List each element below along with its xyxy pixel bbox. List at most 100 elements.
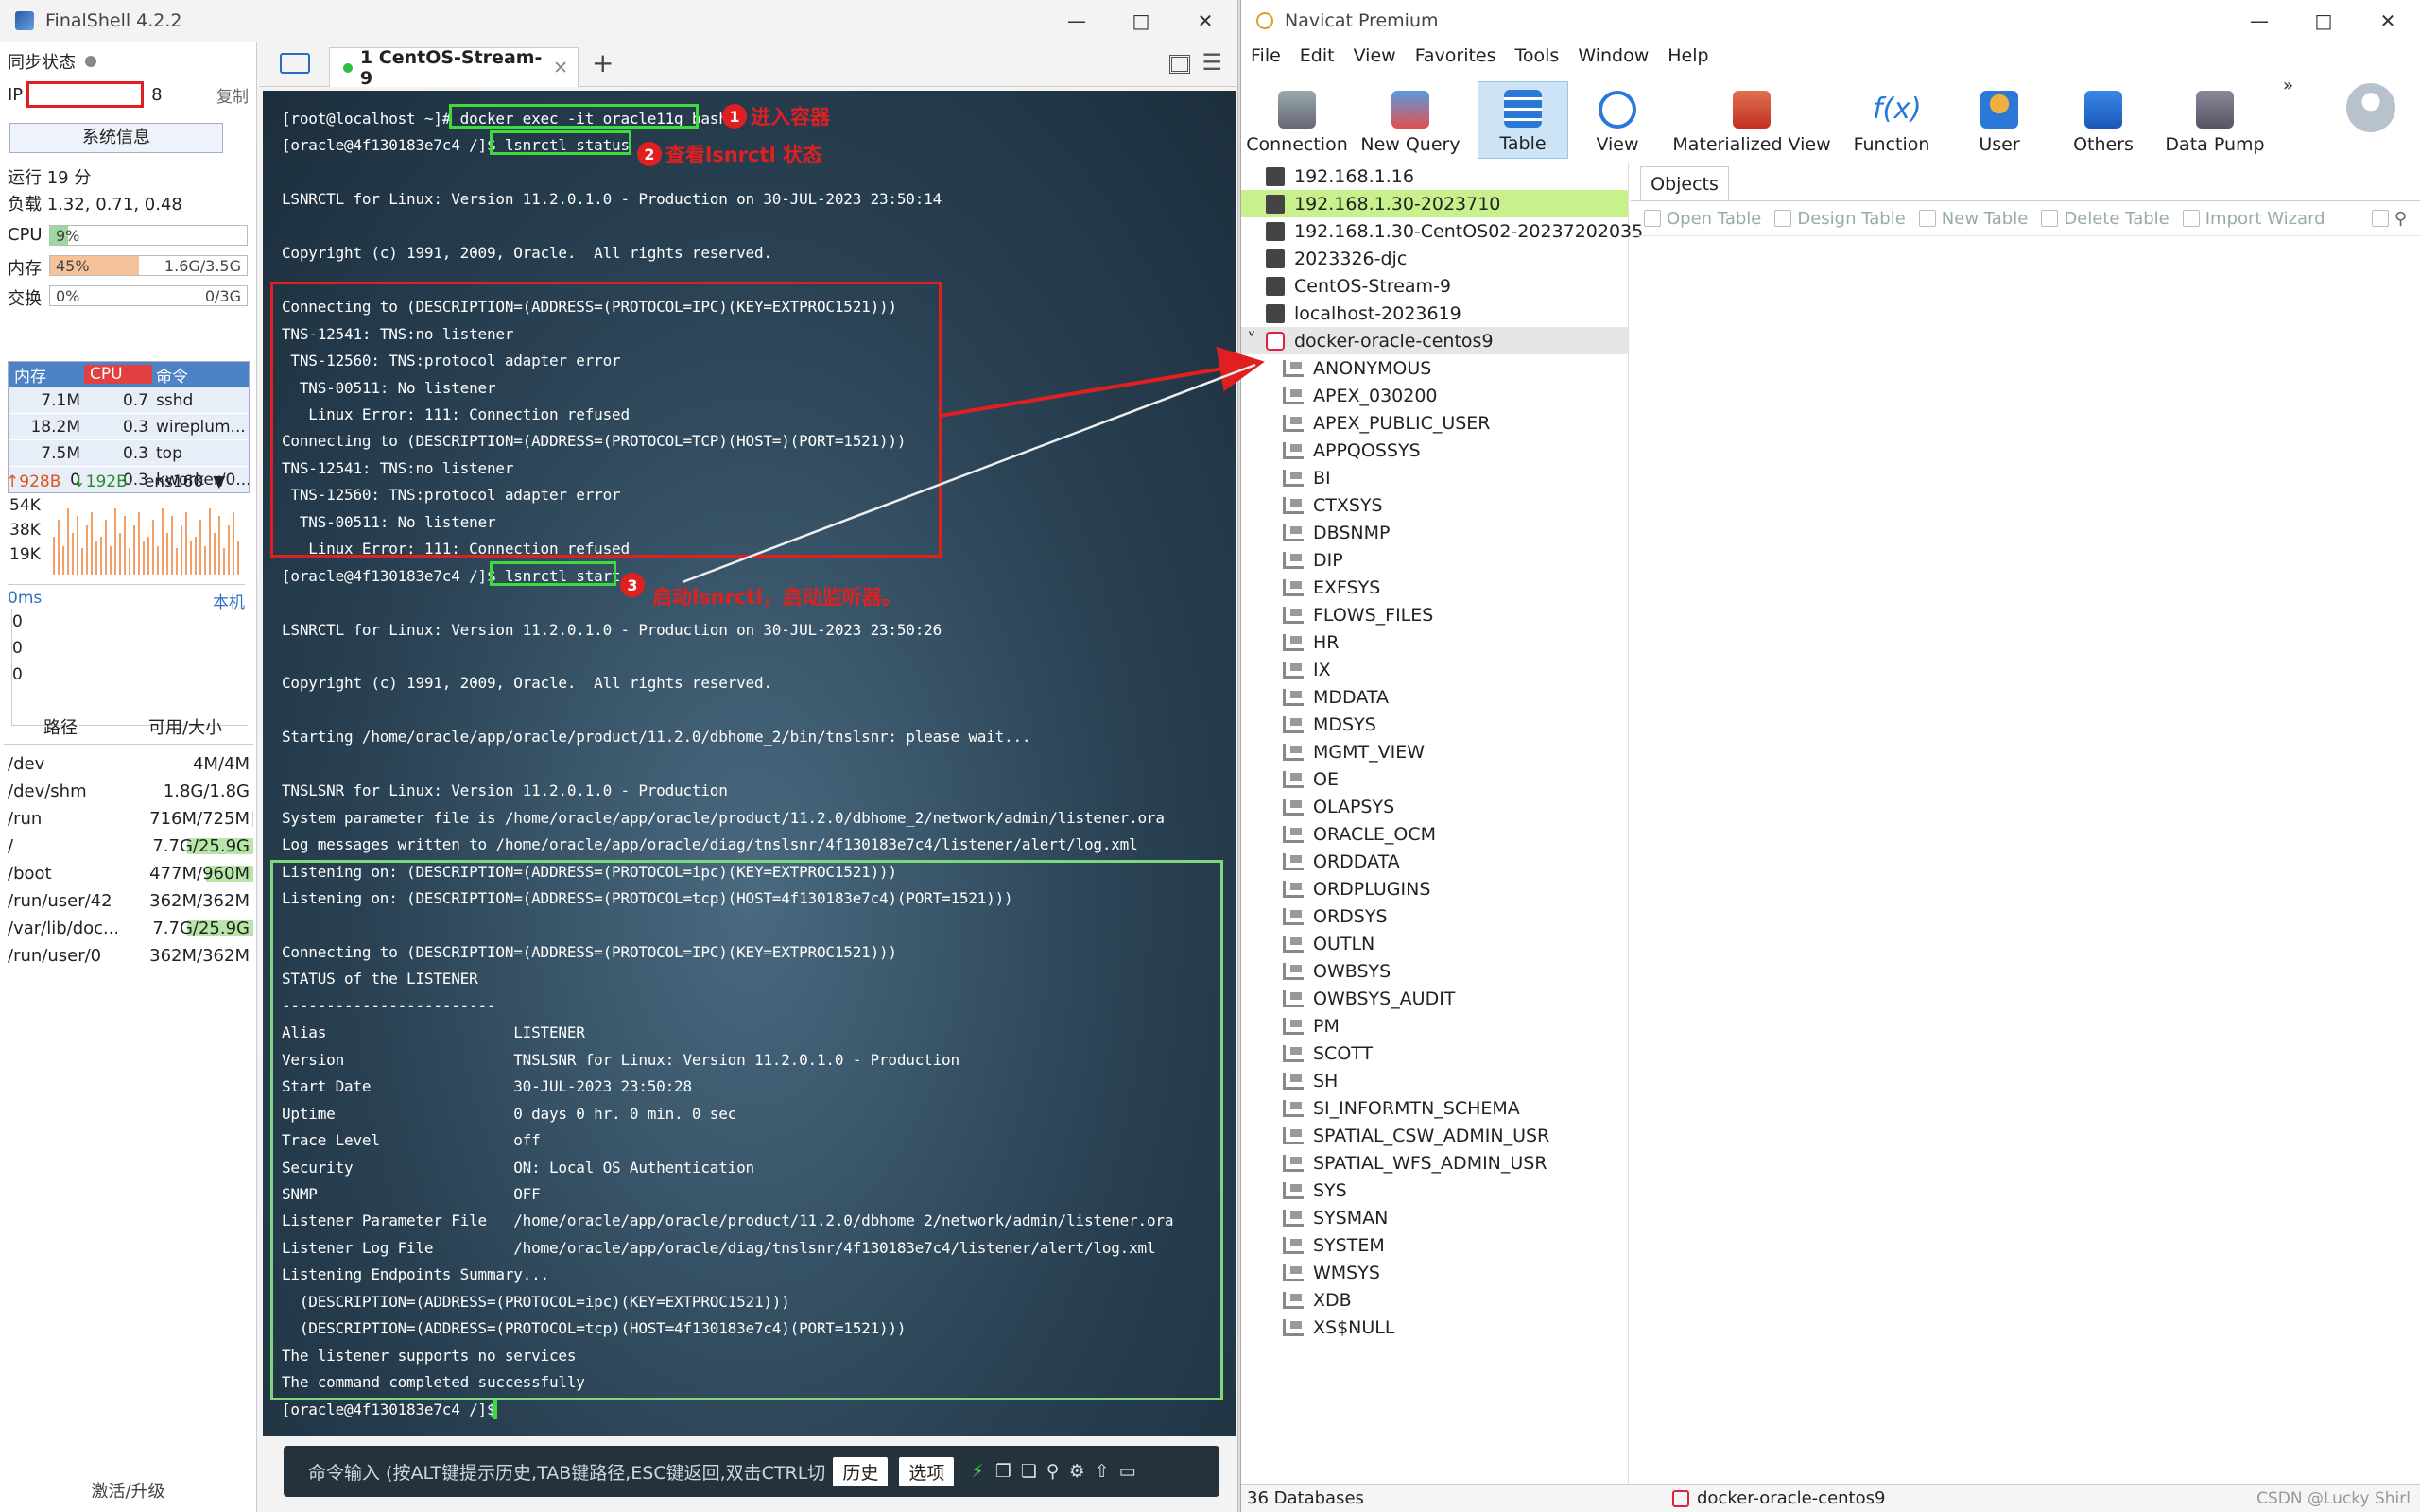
- tree-schema-item[interactable]: SI_INFORMTN_SCHEMA: [1241, 1094, 1628, 1122]
- menu-item-favorites[interactable]: Favorites: [1406, 45, 1506, 76]
- minimize-button[interactable]: —: [1045, 0, 1109, 42]
- table-row[interactable]: /run 716M/725M: [4, 805, 253, 833]
- tree-schema-item[interactable]: XS$NULL: [1241, 1314, 1628, 1341]
- options-button[interactable]: 选项: [899, 1456, 955, 1486]
- paste-icon[interactable]: ❏: [1021, 1461, 1037, 1482]
- tree-connection-item[interactable]: localhost-2023619: [1241, 300, 1628, 327]
- tree-schema-item[interactable]: SYS: [1241, 1177, 1628, 1204]
- new-table-button[interactable]: New Table: [1919, 209, 2029, 229]
- tree-schema-item[interactable]: MDDATA: [1241, 683, 1628, 711]
- tree-schema-item[interactable]: ORDSYS: [1241, 902, 1628, 930]
- table-row[interactable]: / 7.7G/25.9G: [4, 833, 253, 860]
- tab-centos-stream-9[interactable]: 1 CentOS-Stream-9 ✕: [329, 47, 579, 89]
- tree-schema-item[interactable]: ORDPLUGINS: [1241, 875, 1628, 902]
- tree-schema-item[interactable]: OE: [1241, 765, 1628, 793]
- search-icon[interactable]: ⚲: [2372, 209, 2407, 229]
- tree-schema-item[interactable]: SCOTT: [1241, 1040, 1628, 1067]
- tree-connection-item[interactable]: ˅ docker-oracle-centos9: [1241, 327, 1628, 354]
- tree-schema-item[interactable]: SH: [1241, 1067, 1628, 1094]
- toolbar-materialized-view-button[interactable]: Materialized View: [1667, 81, 1837, 159]
- tree-connection-item[interactable]: 192.168.1.30-2023710: [1241, 190, 1628, 217]
- tree-schema-item[interactable]: SPATIAL_WFS_ADMIN_USR: [1241, 1149, 1628, 1177]
- close-button[interactable]: ✕: [1173, 0, 1237, 42]
- tree-schema-item[interactable]: OLAPSYS: [1241, 793, 1628, 820]
- tree-schema-item[interactable]: EXFSYS: [1241, 574, 1628, 601]
- toolbar-connection-button[interactable]: Connection: [1245, 81, 1349, 159]
- table-row[interactable]: /dev/shm 1.8G/1.8G: [4, 778, 253, 805]
- delete-table-button[interactable]: Delete Table: [2041, 209, 2169, 229]
- gear-icon[interactable]: ⚙: [1069, 1461, 1085, 1482]
- proc-header-mem[interactable]: 内存: [9, 363, 84, 387]
- menu-icon[interactable]: ☰: [1201, 49, 1222, 76]
- toolbar-table-button[interactable]: Table: [1478, 81, 1568, 159]
- tree-schema-item[interactable]: BI: [1241, 464, 1628, 491]
- tree-schema-item[interactable]: DBSNMP: [1241, 519, 1628, 546]
- table-row[interactable]: /run/user/0 362M/362M: [4, 942, 253, 970]
- tree-connection-item[interactable]: 192.168.1.30-CentOS02-20237202035: [1241, 217, 1643, 245]
- tree-schema-item[interactable]: DIP: [1241, 546, 1628, 574]
- folder-icon[interactable]: [280, 53, 310, 74]
- tree-schema-item[interactable]: ANONYMOUS: [1241, 354, 1628, 382]
- tree-schema-item[interactable]: OWBSYS: [1241, 957, 1628, 985]
- table-row[interactable]: /var/lib/doc... 7.7G/25.9G: [4, 915, 253, 942]
- disk-header-size[interactable]: 可用/大小: [117, 714, 253, 739]
- tab-close-icon[interactable]: ✕: [553, 58, 568, 78]
- avatar[interactable]: [2346, 83, 2395, 132]
- tree-connection-item[interactable]: 192.168.1.16: [1241, 163, 1628, 190]
- design-table-button[interactable]: Design Table: [1774, 209, 1905, 229]
- tree-schema-item[interactable]: SYSMAN: [1241, 1204, 1628, 1231]
- tree-schema-item[interactable]: HR: [1241, 628, 1628, 656]
- tree-schema-item[interactable]: CTXSYS: [1241, 491, 1628, 519]
- command-input[interactable]: 命令输入 (按ALT键提示历史,TAB键路径,ESC键返回,双击CTRL切: [308, 1459, 825, 1485]
- net-iface-select[interactable]: ens160: [145, 472, 204, 491]
- tree-schema-item[interactable]: MDSYS: [1241, 711, 1628, 738]
- chevron-down-icon[interactable]: ▼: [213, 472, 225, 491]
- table-row[interactable]: 18.2M 0.3 wireplum...: [9, 413, 249, 439]
- proc-header-cpu[interactable]: CPU: [84, 365, 152, 384]
- tree-schema-item[interactable]: APPQOSSYS: [1241, 437, 1628, 464]
- window-icon[interactable]: ▭: [1119, 1461, 1136, 1482]
- sysinfo-button[interactable]: 系统信息: [9, 123, 223, 153]
- table-row[interactable]: /run/user/42 362M/362M: [4, 887, 253, 915]
- import-wizard-button[interactable]: Import Wizard: [2183, 209, 2325, 229]
- menu-item-window[interactable]: Window: [1568, 45, 1658, 76]
- table-row[interactable]: 7.1M 0.7 sshd: [9, 387, 249, 413]
- menu-item-file[interactable]: File: [1241, 45, 1290, 76]
- grid-view-icon[interactable]: [1169, 55, 1190, 74]
- toolbar-user-button[interactable]: User: [1952, 81, 2047, 159]
- tree-schema-item[interactable]: APEX_PUBLIC_USER: [1241, 409, 1628, 437]
- tree-schema-item[interactable]: ORACLE_OCM: [1241, 820, 1628, 848]
- open-table-button[interactable]: Open Table: [1644, 209, 1761, 229]
- toolbar-others-button[interactable]: Others: [2056, 81, 2151, 159]
- table-row[interactable]: 7.5M 0.3 top: [9, 439, 249, 466]
- terminal[interactable]: [root@localhost ~]# docker exec -it orac…: [263, 91, 1236, 1436]
- tree-schema-item[interactable]: OUTLN: [1241, 930, 1628, 957]
- menu-item-edit[interactable]: Edit: [1290, 45, 1344, 76]
- toolbar-data-pump-button[interactable]: Data Pump: [2158, 81, 2272, 159]
- history-button[interactable]: 历史: [833, 1456, 889, 1486]
- table-row[interactable]: /boot 477M/960M: [4, 860, 253, 887]
- lightning-icon[interactable]: ⚡: [971, 1461, 983, 1482]
- tree-schema-item[interactable]: OWBSYS_AUDIT: [1241, 985, 1628, 1012]
- menu-item-tools[interactable]: Tools: [1506, 45, 1569, 76]
- copy-icon[interactable]: ❐: [995, 1461, 1011, 1482]
- menu-item-view[interactable]: View: [1344, 45, 1406, 76]
- tree-schema-item[interactable]: SYSTEM: [1241, 1231, 1628, 1259]
- tree-schema-item[interactable]: MGMT_VIEW: [1241, 738, 1628, 765]
- tree-schema-item[interactable]: IX: [1241, 656, 1628, 683]
- tree-connection-item[interactable]: 2023326-djc: [1241, 245, 1628, 272]
- maximize-button[interactable]: □: [1109, 0, 1173, 42]
- tree-schema-item[interactable]: APEX_030200: [1241, 382, 1628, 409]
- tree-schema-item[interactable]: XDB: [1241, 1286, 1628, 1314]
- tree-schema-item[interactable]: PM: [1241, 1012, 1628, 1040]
- tree-schema-item[interactable]: WMSYS: [1241, 1259, 1628, 1286]
- maximize-button[interactable]: □: [2291, 0, 2356, 42]
- tree-connection-item[interactable]: CentOS-Stream-9: [1241, 272, 1628, 300]
- search-icon[interactable]: ⚲: [1046, 1461, 1060, 1482]
- toolbar-view-button[interactable]: View: [1572, 81, 1663, 159]
- chevron-down-icon[interactable]: ˅: [1247, 329, 1256, 352]
- tree-schema-item[interactable]: SPATIAL_CSW_ADMIN_USR: [1241, 1122, 1628, 1149]
- proc-header-cmd[interactable]: 命令: [152, 363, 249, 387]
- menu-item-help[interactable]: Help: [1658, 45, 1718, 76]
- tab-objects[interactable]: Objects: [1640, 166, 1729, 200]
